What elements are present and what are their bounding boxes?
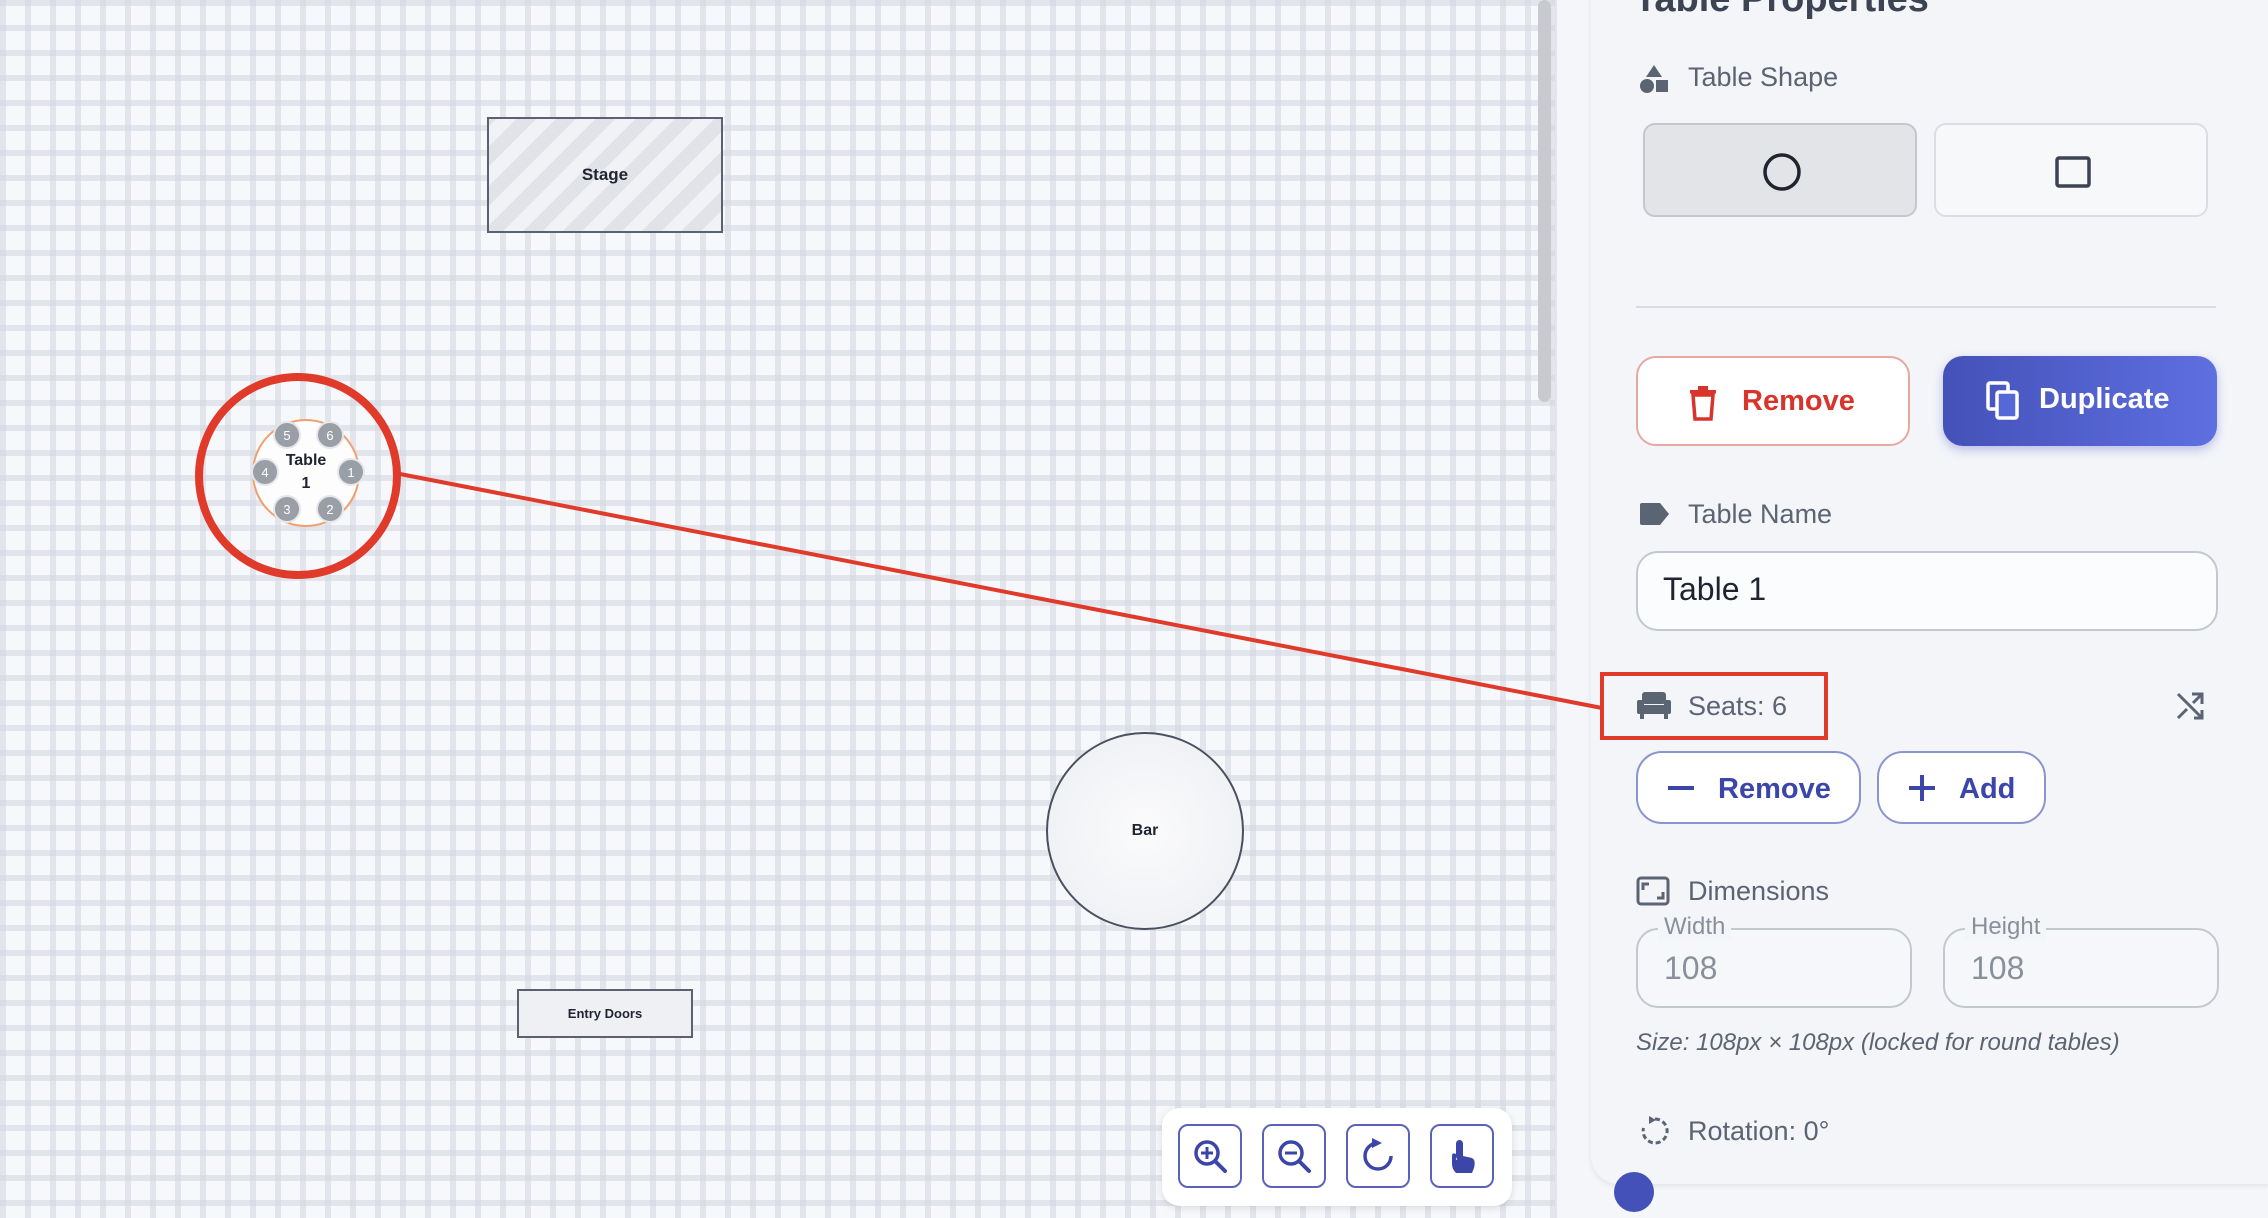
annotation-circle (195, 373, 401, 579)
annotation-rectangle (1600, 672, 1828, 740)
annotation-connector-line (399, 472, 1603, 710)
